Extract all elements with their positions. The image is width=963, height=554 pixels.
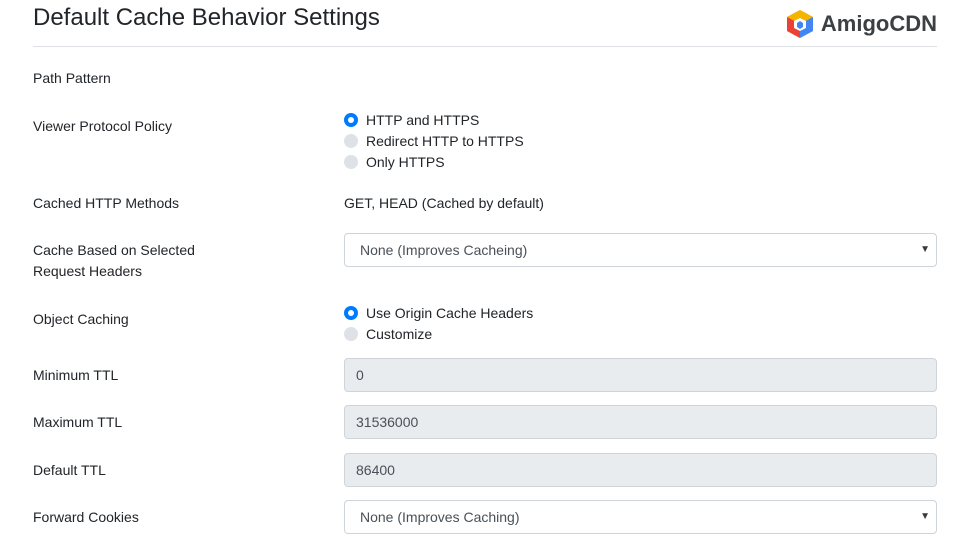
default-ttl-input[interactable] xyxy=(344,453,937,487)
cache-headers-select[interactable]: None (Improves Cacheing) ▼ xyxy=(344,233,937,267)
object-caching-radio-group: Use Origin Cache Headers Customize xyxy=(344,302,533,344)
radio-redirect-http-to-https[interactable]: Redirect HTTP to HTTPS xyxy=(344,130,524,151)
minimum-ttl-input[interactable] xyxy=(344,358,937,392)
forward-cookies-select[interactable]: None (Improves Caching) ▼ xyxy=(344,500,937,534)
brand-name: AmigoCDN xyxy=(820,11,937,36)
radio-customize[interactable]: Customize xyxy=(344,323,533,344)
radio-checked-icon xyxy=(344,112,358,127)
viewer-protocol-policy-radio-group: HTTP and HTTPS Redirect HTTP to HTTPS On… xyxy=(344,109,524,172)
radio-use-origin-cache-headers[interactable]: Use Origin Cache Headers xyxy=(344,302,533,323)
cache-behavior-page: Default Cache Behavior Settings AmigoCDN… xyxy=(0,0,963,554)
chevron-down-icon: ▼ xyxy=(920,244,930,255)
maximum-ttl-input[interactable] xyxy=(344,405,937,439)
cache-headers-selected-value: None (Improves Cacheing) xyxy=(360,242,528,258)
radio-unchecked-icon xyxy=(344,133,358,148)
radio-http-and-https[interactable]: HTTP and HTTPS xyxy=(344,109,524,130)
chevron-down-icon: ▼ xyxy=(920,511,930,522)
default-ttl-label: Default TTL xyxy=(33,462,106,478)
maximum-ttl-label: Maximum TTL xyxy=(33,414,123,430)
radio-label: Redirect HTTP to HTTPS xyxy=(366,132,524,149)
path-pattern-label: Path Pattern xyxy=(33,70,111,86)
page-title: Default Cache Behavior Settings xyxy=(33,4,380,31)
viewer-protocol-policy-label: Viewer Protocol Policy xyxy=(33,118,173,134)
radio-label: Only HTTPS xyxy=(366,153,445,170)
cache-headers-label-line1: Cache Based on Selected xyxy=(33,242,195,258)
radio-label: Customize xyxy=(366,325,433,342)
minimum-ttl-label: Minimum TTL xyxy=(33,367,119,383)
hexagon-cube-icon xyxy=(786,10,813,38)
page-header: Default Cache Behavior Settings AmigoCDN xyxy=(33,0,937,47)
radio-unchecked-icon xyxy=(344,326,358,341)
radio-label: HTTP and HTTPS xyxy=(366,111,480,128)
cache-headers-label-line2: Request Headers xyxy=(33,263,142,279)
object-caching-label: Object Caching xyxy=(33,311,129,327)
cached-http-methods-label: Cached HTTP Methods xyxy=(33,195,180,211)
radio-only-https[interactable]: Only HTTPS xyxy=(344,151,524,172)
forward-cookies-label: Forward Cookies xyxy=(33,509,139,525)
cached-http-methods-value: GET, HEAD (Cached by default) xyxy=(344,195,544,211)
radio-checked-icon xyxy=(344,305,358,320)
radio-label: Use Origin Cache Headers xyxy=(366,304,534,321)
radio-unchecked-icon xyxy=(344,154,358,169)
brand: AmigoCDN xyxy=(784,9,937,39)
forward-cookies-selected-value: None (Improves Caching) xyxy=(360,509,520,525)
